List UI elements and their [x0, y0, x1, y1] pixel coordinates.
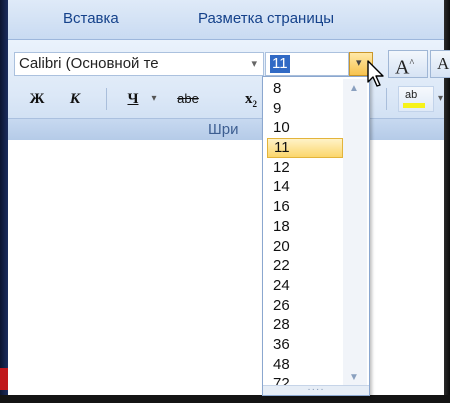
separator [386, 88, 387, 110]
font-name-value: Calibri (Основной те [19, 55, 159, 72]
shrink-font-label: A [437, 54, 450, 73]
triangle-up-icon[interactable]: ▲ [349, 83, 359, 94]
dropdown-scrollbar[interactable]: ▲ ▼ [343, 79, 367, 385]
shrink-font-button[interactable]: A [430, 50, 450, 78]
font-size-option-10[interactable]: 10 [267, 118, 343, 138]
strikethrough-button[interactable]: abe [168, 86, 208, 112]
font-group-label: Шри [208, 121, 239, 138]
font-size-option-11[interactable]: 11 [267, 138, 343, 158]
font-size-dropdown-list[interactable]: 8 9 10 11 12 14 16 18 20 22 24 26 28 36 … [262, 76, 370, 396]
ribbon-tab-bar: Вставка Разметка страницы [8, 0, 444, 40]
chevron-down-icon: ▾ [356, 57, 362, 69]
font-size-combobox[interactable]: 11 [265, 52, 349, 76]
screen-edge-left [0, 0, 8, 403]
italic-button[interactable]: К [60, 86, 90, 112]
font-size-options: 8 9 10 11 12 14 16 18 20 22 24 26 28 36 … [267, 79, 343, 394]
grow-font-button[interactable]: A^ [388, 50, 428, 79]
font-size-option-36[interactable]: 36 [267, 335, 343, 355]
word-window: Вставка Разметка страницы Calibri (Основ… [0, 0, 450, 403]
triangle-down-icon[interactable]: ▼ [349, 372, 359, 383]
font-size-option-26[interactable]: 26 [267, 296, 343, 316]
tab-page-layout[interactable]: Разметка страницы [198, 10, 334, 27]
font-size-option-16[interactable]: 16 [267, 197, 343, 217]
bold-button[interactable]: Ж [22, 86, 52, 112]
text-highlight-icon[interactable]: ab [398, 86, 434, 112]
tab-insert[interactable]: Вставка [63, 10, 119, 27]
subscript-index: 2 [252, 99, 258, 109]
font-size-option-9[interactable]: 9 [267, 99, 343, 119]
underline-button[interactable]: Ч [118, 86, 148, 112]
font-size-option-22[interactable]: 22 [267, 256, 343, 276]
separator [106, 88, 107, 110]
arrow-cursor-icon [367, 60, 384, 87]
font-size-option-24[interactable]: 24 [267, 276, 343, 296]
font-size-option-28[interactable]: 28 [267, 315, 343, 335]
taskbar-red-marker [0, 368, 8, 390]
font-size-option-12[interactable]: 12 [267, 158, 343, 178]
font-name-combobox[interactable]: Calibri (Основной те ▾ [14, 52, 264, 76]
ribbon-font-group: Calibri (Основной те ▾ 11 ▾ A^ A Ж К Ч ▾… [8, 40, 450, 140]
font-size-value: 11 [270, 55, 290, 73]
font-size-option-20[interactable]: 20 [267, 237, 343, 257]
font-size-option-8[interactable]: 8 [267, 79, 343, 99]
highlight-label: ab [405, 89, 418, 101]
underline-dropdown-icon[interactable]: ▾ [148, 86, 160, 112]
highlight-color-swatch [403, 103, 425, 108]
grow-font-label: A [395, 56, 410, 79]
font-size-option-18[interactable]: 18 [267, 217, 343, 237]
chevron-down-icon[interactable]: ▾ [251, 53, 257, 75]
resize-grip[interactable]: ···· [263, 385, 369, 395]
subscript-label: x [245, 91, 253, 107]
highlight-dropdown-icon[interactable]: ▾ [438, 93, 443, 104]
font-size-option-48[interactable]: 48 [267, 355, 343, 375]
font-size-option-14[interactable]: 14 [267, 177, 343, 197]
font-group-footer: Шри [8, 118, 444, 140]
screen-edge-bottom [0, 395, 450, 403]
